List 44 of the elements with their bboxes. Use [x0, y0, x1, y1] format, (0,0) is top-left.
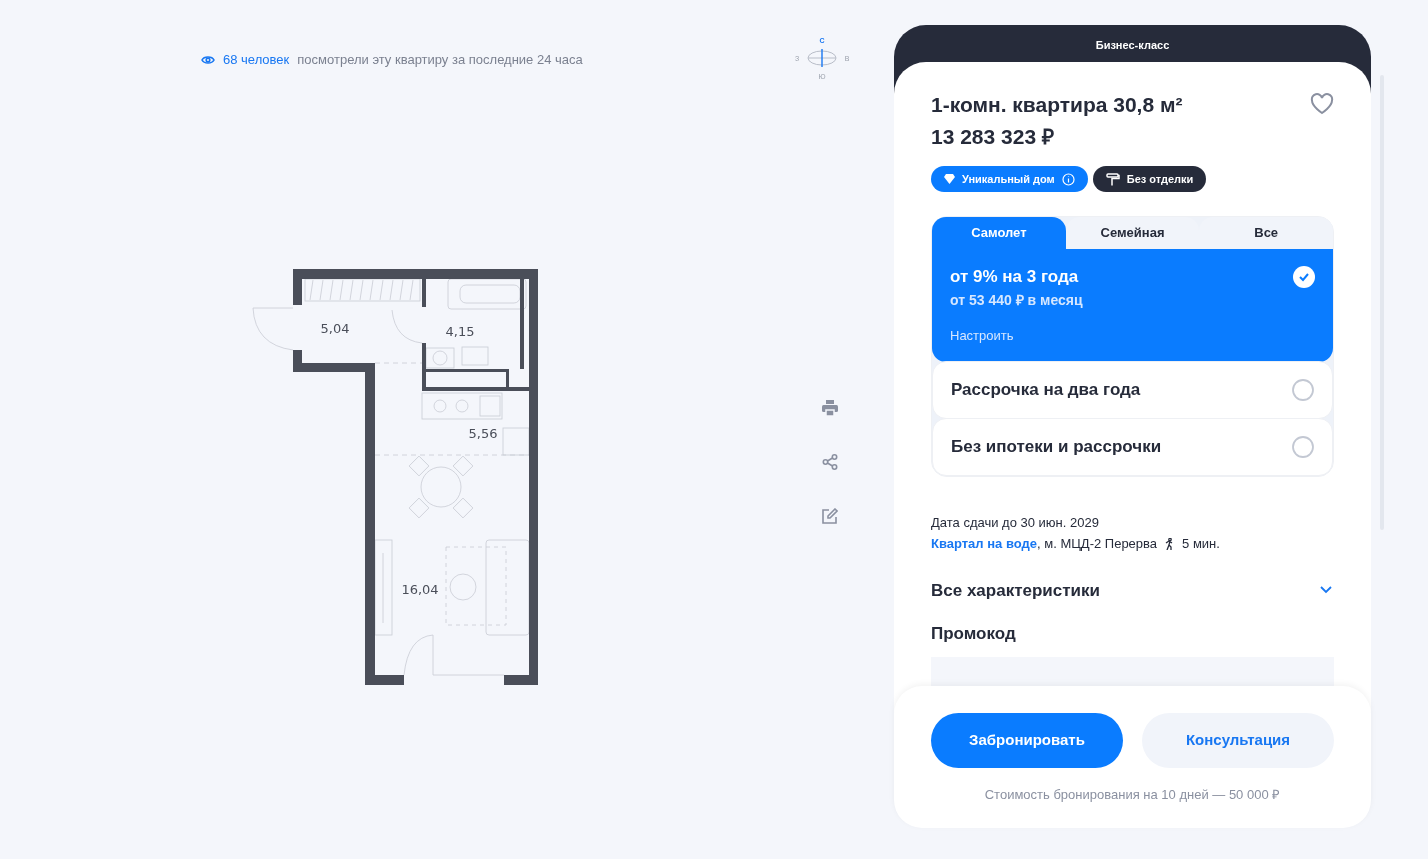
metro-station: , м. МЦД-2 Перерва: [1037, 535, 1158, 553]
option-title: Рассрочка на два года: [951, 378, 1141, 401]
option-subtitle: от 53 440 ₽ в месяц: [950, 291, 1083, 310]
program-tab[interactable]: Все: [1199, 217, 1333, 249]
apartment-price: 13 283 323 ₽: [931, 124, 1055, 150]
radio-icon: [1292, 378, 1314, 401]
option-title: от 9% на 3 года: [950, 266, 1080, 288]
program-tab[interactable]: Самолет: [932, 217, 1066, 249]
option-title: Без ипотеки и рассрочки: [951, 435, 1162, 458]
print-icon[interactable]: [822, 400, 838, 416]
viewers-text: посмотрели эту квартиру за последние 24 часа: [297, 51, 583, 69]
payment-option[interactable]: от 9% на 3 года от 53 440 ₽ в месяц Настроить: [932, 248, 1333, 362]
payment-option[interactable]: Рассрочка на два года: [932, 360, 1333, 419]
room-area-label: 5,56: [468, 426, 498, 441]
payment-option[interactable]: Без ипотеки и рассрочки: [932, 417, 1333, 476]
room-area-label: 4,15: [445, 324, 475, 339]
booking-cost-note: Стоимость бронирования на 10 дней — 50 000 ₽: [984, 786, 1281, 804]
viewers-count: 68 человек: [223, 51, 290, 69]
walking-person-icon: [1165, 537, 1175, 550]
share-icon[interactable]: [822, 454, 838, 470]
paint-roller-icon: [1105, 172, 1120, 186]
complex-link[interactable]: Квартал на воде: [931, 534, 1037, 554]
compass-icon: [807, 48, 837, 68]
class-label: Бизнес-класс: [1095, 38, 1170, 53]
promo-label: Промокод: [931, 624, 1016, 643]
configure-link[interactable]: Настроить: [950, 326, 1083, 346]
radio-icon: [1292, 435, 1314, 458]
edit-icon[interactable]: [822, 508, 838, 524]
diamond-icon: [944, 174, 955, 184]
checked-radio-icon: [1293, 266, 1315, 288]
eye-icon: [201, 54, 215, 65]
walk-time: 5 мин.: [1182, 535, 1220, 553]
apartment-title: 1-комн. квартира 30,8 м²: [931, 92, 1183, 118]
room-area-label: 5,04: [320, 321, 350, 336]
characteristics-toggle[interactable]: Все характеристики: [931, 577, 1334, 603]
consultation-button[interactable]: Консультация: [1142, 713, 1334, 768]
delivery-date: Дата сдачи до 30 июн. 2029: [931, 513, 1100, 532]
chevron-icon: [1320, 586, 1332, 595]
book-button[interactable]: Забронировать: [931, 713, 1123, 768]
badge-label: Уникальный дом: [962, 171, 1055, 187]
badge-label: Без отделки: [1126, 171, 1194, 187]
heart-icon[interactable]: [1310, 93, 1334, 115]
info-icon[interactable]: [1061, 172, 1075, 186]
room-area-label: 16,04: [401, 582, 439, 597]
